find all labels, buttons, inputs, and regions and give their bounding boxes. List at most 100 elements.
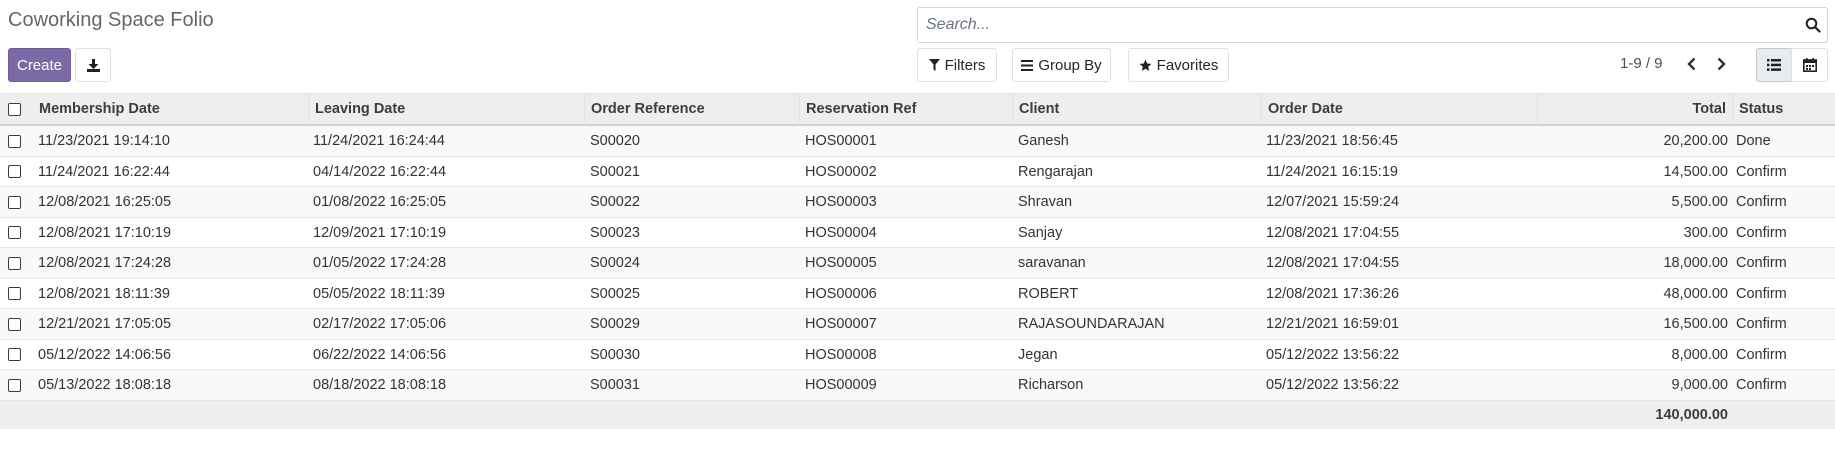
cell-reservation-ref: HOS00008 — [805, 346, 877, 363]
cell-status: Confirm — [1736, 194, 1787, 210]
cell-status: Confirm — [1736, 163, 1787, 180]
export-button[interactable] — [75, 48, 111, 82]
row-checkbox[interactable] — [8, 348, 21, 361]
column-header-client[interactable]: Client — [1013, 94, 1262, 125]
cell-leaving-date: 06/22/2022 14:06:56 — [313, 346, 447, 363]
cell-status: Confirm — [1736, 255, 1787, 271]
cell-leaving-date: 11/24/2021 16:24:44 — [313, 133, 445, 149]
cell-order-date: 11/24/2021 16:15:19 — [1266, 163, 1398, 180]
page-title: Coworking Space Folio — [8, 9, 214, 31]
group-by-label: Group By — [1038, 56, 1102, 74]
group-by-button[interactable]: Group By — [1012, 48, 1111, 82]
cell-leaving-date: 04/14/2022 16:22:44 — [313, 163, 447, 180]
cell-order-date: 12/08/2021 17:36:26 — [1266, 285, 1400, 302]
row-checkbox[interactable] — [8, 287, 21, 300]
cell-client: saravanan — [1018, 255, 1086, 271]
filters-label: Filters — [944, 56, 986, 74]
table-row[interactable]: 12/08/2021 18:11:39 05/05/2022 18:11:39 S0… — [0, 279, 1835, 309]
cell-membership-date: 11/23/2021 19:14:10 — [38, 133, 170, 149]
row-checkbox[interactable] — [8, 378, 21, 392]
star-icon — [1139, 59, 1152, 71]
search-input[interactable] — [926, 8, 1786, 42]
cell-order-date: 12/08/2021 17:04:55 — [1266, 255, 1400, 271]
search-box[interactable] — [917, 7, 1828, 43]
cell-total: 9,000.00 — [1671, 377, 1728, 393]
row-checkbox[interactable] — [8, 134, 21, 148]
cell-membership-date: 12/08/2021 17:24:28 — [38, 255, 172, 271]
cell-order-date: 05/12/2022 13:56:22 — [1266, 346, 1400, 363]
table-row[interactable]: 12/08/2021 17:10:19 12/09/2021 17:10:19 S0… — [0, 218, 1835, 248]
search-icon[interactable] — [1805, 17, 1821, 33]
table-row[interactable]: 12/21/2021 17:05:05 02/17/2022 17:05:06 S0… — [0, 309, 1835, 340]
favorites-button[interactable]: Favorites — [1128, 48, 1229, 82]
cell-leaving-date: 02/17/2022 17:05:06 — [313, 316, 447, 332]
cell-reservation-ref: HOS00002 — [805, 163, 877, 180]
pager-previous-button[interactable] — [1680, 52, 1702, 76]
pager-value[interactable]: 1-9 / 9 — [1620, 55, 1663, 72]
column-header-leaving-date[interactable]: Leaving Date — [309, 94, 585, 125]
column-header-membership-date[interactable]: Membership Date — [33, 94, 309, 125]
chevron-right-icon — [1717, 57, 1726, 71]
list-bars-icon — [1021, 59, 1034, 71]
table-row[interactable]: 11/24/2021 16:22:44 04/14/2022 16:22:44 S0… — [0, 157, 1835, 187]
cell-order-date: 05/12/2022 13:56:22 — [1266, 377, 1400, 393]
cell-client: ROBERT — [1018, 285, 1079, 302]
cell-order-reference: S00021 — [590, 163, 640, 180]
cell-total: 14,500.00 — [1663, 163, 1728, 180]
row-checkbox[interactable] — [8, 317, 21, 331]
table-row[interactable]: 12/08/2021 17:24:28 01/05/2022 17:24:28 S0… — [0, 248, 1835, 279]
filter-icon — [928, 59, 940, 71]
cell-status: Confirm — [1736, 377, 1787, 393]
cell-order-reference: S00022 — [590, 194, 640, 210]
row-checkbox[interactable] — [8, 226, 21, 239]
total-sum: 140,000.00 — [1655, 407, 1728, 423]
cell-status: Confirm — [1736, 346, 1787, 363]
cell-leaving-date: 01/08/2022 16:25:05 — [313, 194, 447, 210]
select-all-checkbox[interactable] — [8, 103, 21, 116]
cell-order-reference: S00020 — [590, 133, 640, 149]
column-header-order-reference[interactable]: Order Reference — [585, 94, 800, 125]
cell-client: Shravan — [1018, 194, 1073, 210]
cell-total: 300.00 — [1683, 224, 1728, 241]
create-button[interactable]: Create — [8, 48, 71, 82]
cell-leaving-date: 05/05/2022 18:11:39 — [313, 285, 445, 302]
cell-leaving-date: 01/05/2022 17:24:28 — [313, 255, 447, 271]
pager-next-button[interactable] — [1710, 52, 1732, 76]
cell-reservation-ref: HOS00006 — [805, 285, 877, 302]
cell-reservation-ref: HOS00001 — [805, 133, 877, 149]
cell-order-date: 11/23/2021 18:56:45 — [1266, 133, 1398, 149]
filters-button[interactable]: Filters — [917, 48, 997, 82]
column-header-status[interactable]: Status — [1733, 94, 1835, 125]
cell-leaving-date: 12/09/2021 17:10:19 — [313, 224, 447, 241]
cell-total: 20,200.00 — [1663, 133, 1728, 149]
cell-membership-date: 12/08/2021 18:11:39 — [38, 285, 170, 302]
cell-reservation-ref: HOS00004 — [805, 224, 877, 241]
table-row[interactable]: 05/12/2022 14:06:56 06/22/2022 14:06:56 S0… — [0, 340, 1835, 370]
table-row[interactable]: 11/23/2021 19:14:10 11/24/2021 16:24:44 S0… — [0, 126, 1835, 157]
calendar-icon — [1802, 58, 1817, 72]
table-row[interactable]: 05/13/2022 18:08:18 08/18/2022 18:08:18 S0… — [0, 370, 1835, 401]
row-checkbox[interactable] — [8, 195, 21, 209]
cell-total: 5,500.00 — [1671, 194, 1728, 210]
cell-total: 48,000.00 — [1663, 285, 1728, 302]
cell-order-date: 12/21/2021 16:59:01 — [1266, 316, 1400, 332]
column-header-order-date[interactable]: Order Date — [1262, 94, 1538, 125]
cell-order-reference: S00025 — [590, 285, 640, 302]
table-row[interactable]: 12/08/2021 16:25:05 01/08/2022 16:25:05 S0… — [0, 187, 1835, 218]
cell-total: 8,000.00 — [1671, 346, 1728, 363]
table-header: Membership Date Leaving Date Order Refer… — [0, 93, 1835, 126]
cell-client: Ganesh — [1018, 133, 1069, 149]
list-view-button[interactable] — [1756, 48, 1792, 82]
cell-membership-date: 11/24/2021 16:22:44 — [38, 163, 170, 180]
column-header-reservation-ref[interactable]: Reservation Ref — [800, 94, 1013, 125]
favorites-label: Favorites — [1156, 56, 1219, 74]
cell-reservation-ref: HOS00007 — [805, 316, 877, 332]
cell-order-reference: S00030 — [590, 346, 640, 363]
chevron-left-icon — [1686, 57, 1695, 71]
cell-order-reference: S00031 — [590, 377, 640, 393]
row-checkbox[interactable] — [8, 165, 21, 178]
row-checkbox[interactable] — [8, 256, 21, 270]
column-header-total[interactable]: Total — [1538, 94, 1733, 125]
cell-order-date: 12/07/2021 15:59:24 — [1266, 194, 1400, 210]
calendar-view-button[interactable] — [1791, 48, 1828, 82]
